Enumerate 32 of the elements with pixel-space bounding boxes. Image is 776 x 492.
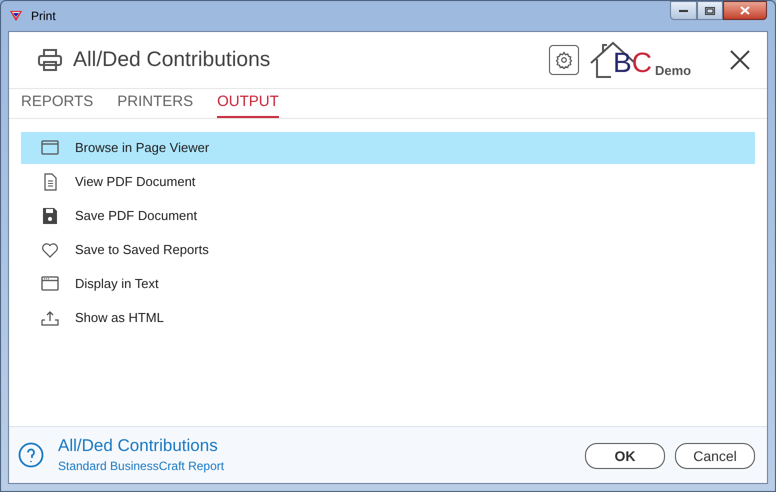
gear-icon <box>555 51 573 69</box>
output-option[interactable]: View PDF Document <box>21 166 755 198</box>
app-logo-icon <box>9 9 23 23</box>
close-icon <box>740 6 750 15</box>
output-option[interactable]: Show as HTML <box>21 302 755 334</box>
printer-icon <box>37 48 63 72</box>
cancel-button[interactable]: Cancel <box>675 443 755 469</box>
settings-button[interactable] <box>549 45 579 75</box>
minimize-button[interactable] <box>670 1 697 20</box>
output-option[interactable]: Save to Saved Reports <box>21 234 755 266</box>
maximize-button[interactable] <box>697 1 723 20</box>
dialog-title: All/Ded Contributions <box>73 47 270 74</box>
maximize-icon <box>705 6 715 14</box>
close-button[interactable] <box>723 1 767 20</box>
help-icon <box>18 442 44 468</box>
report-subtitle: Standard BusinessCraft Report <box>58 458 224 475</box>
tab[interactable]: PRINTERS <box>117 90 194 118</box>
minimize-icon <box>678 8 688 12</box>
window-icon <box>41 139 59 157</box>
output-option[interactable]: Save PDF Document <box>21 200 755 232</box>
close-icon <box>730 50 750 70</box>
close-dialog-button[interactable] <box>729 49 751 71</box>
output-option[interactable]: Display in Text <box>21 268 755 300</box>
tab[interactable]: OUTPUT <box>217 90 279 118</box>
output-option[interactable]: Browse in Page Viewer <box>21 132 755 164</box>
tab[interactable]: REPORTS <box>21 90 94 118</box>
window-title: Print <box>31 8 56 25</box>
ok-button[interactable]: OK <box>585 443 665 469</box>
report-title: All/Ded Contributions <box>58 435 219 457</box>
upload-tray-icon <box>41 309 59 327</box>
window-icon <box>41 275 59 293</box>
heart-icon <box>41 241 59 259</box>
